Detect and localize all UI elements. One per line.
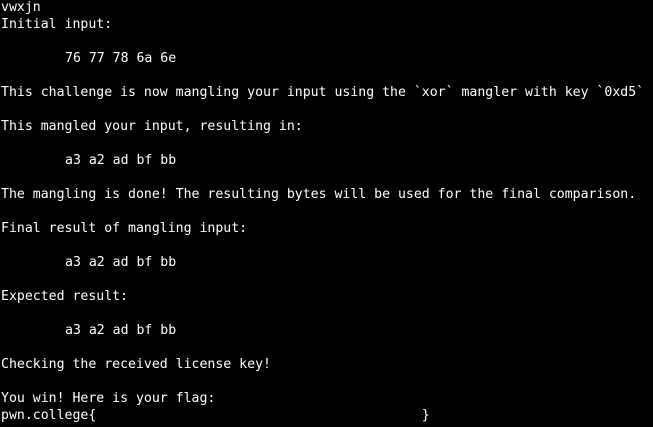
mangler-info-text: This challenge is now mangling your inpu… (1, 85, 645, 100)
final-result-label: Final result of mangling input: (1, 221, 248, 236)
mangling-done-text: The mangling is done! The resulting byte… (1, 187, 637, 202)
license-check-text: Checking the received license key! (1, 357, 271, 372)
final-result-bytes: a3 a2 ad bf bb (65, 255, 177, 270)
initial-input-label: Initial input: (1, 17, 113, 32)
initial-input-bytes: 76 77 78 6a 6e (65, 51, 177, 66)
mangled-result-label: This mangled your input, resulting in: (1, 119, 303, 134)
user-input-line: vwxjn (1, 0, 41, 15)
expected-result-bytes: a3 a2 ad bf bb (65, 323, 177, 338)
mangled-bytes: a3 a2 ad bf bb (65, 153, 177, 168)
win-message: You win! Here is your flag: (1, 391, 216, 406)
flag-line[interactable]: pwn.college{ } (1, 407, 653, 424)
terminal-window[interactable]: vwxjn Initial input: 76 77 78 6a 6e This… (0, 0, 653, 426)
expected-result-label: Expected result: (1, 289, 129, 304)
